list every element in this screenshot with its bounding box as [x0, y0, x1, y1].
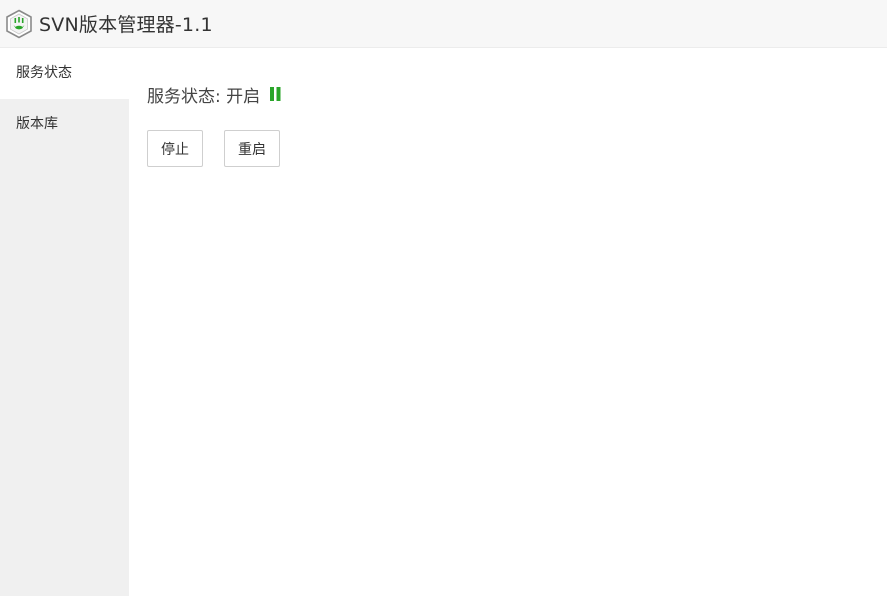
svn-shield-logo-icon: [5, 9, 33, 39]
sidebar-item-repositories[interactable]: 版本库: [0, 99, 129, 150]
service-status-text: 服务状态: 开启: [147, 86, 261, 107]
app-title: SVN版本管理器-1.1: [39, 14, 213, 36]
restart-button[interactable]: 重启: [224, 130, 280, 167]
app-header: SVN版本管理器-1.1: [0, 0, 887, 48]
service-status-line: 服务状态: 开启: [147, 82, 281, 107]
main-content: 服务状态: 开启 停止 重启: [129, 48, 887, 596]
sidebar-item-service-status[interactable]: 服务状态: [0, 48, 129, 99]
sidebar-item-label: 版本库: [16, 116, 58, 132]
app-window: SVN版本管理器-1.1 服务状态 版本库 服务状态: 开启 停止 重启: [0, 0, 887, 596]
stop-button[interactable]: 停止: [147, 130, 203, 167]
sidebar: 服务状态 版本库: [0, 48, 129, 596]
pause-icon: [270, 87, 281, 101]
sidebar-item-label: 服务状态: [16, 65, 72, 81]
